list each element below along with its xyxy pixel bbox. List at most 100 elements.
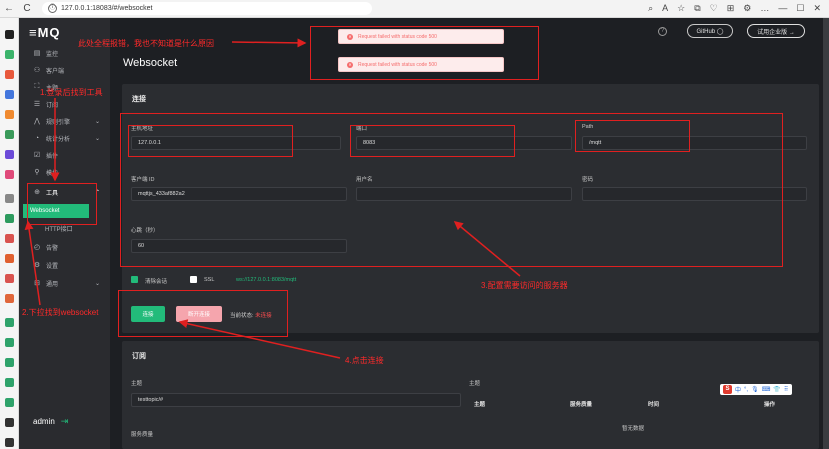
- ws-url: ws://127.0.0.1:8083/mqtt: [236, 277, 297, 283]
- connection-title: 连接: [132, 96, 146, 103]
- annotation-box-connect: [118, 290, 288, 337]
- sidebar-item-alarms[interactable]: ◴ 告警: [19, 240, 110, 254]
- tab-icon[interactable]: [5, 194, 14, 203]
- sidebar-item-rule-engine[interactable]: ⋀ 规则引擎 ⌄: [19, 114, 110, 128]
- annotation-box-port: [350, 125, 515, 157]
- sidebar-item-modules[interactable]: ⚲ 模块: [19, 165, 110, 179]
- read-aloud-icon[interactable]: A: [662, 3, 668, 14]
- ssl-checkbox[interactable]: [190, 276, 197, 283]
- sidebar-item-analytics[interactable]: ◔ 统计分析 ⌄: [19, 131, 110, 145]
- annotation-error-note: 此处全程报错，我也不知道是什么原因: [78, 39, 214, 48]
- qos-label: 服务质量: [131, 432, 154, 438]
- tab-icon[interactable]: [5, 438, 14, 447]
- clients-icon: ⚇: [33, 67, 41, 74]
- col-time: 时间: [648, 402, 660, 408]
- tab-icon[interactable]: [5, 110, 14, 119]
- tab-icon[interactable]: [5, 318, 14, 327]
- ssl-label: SSL: [204, 277, 215, 283]
- annotation-box-path: [575, 120, 690, 152]
- sidebar-item-general[interactable]: ⊞ 通用 ⌄: [19, 276, 110, 290]
- split-screen-icon[interactable]: ⧉: [694, 3, 700, 14]
- tab-icon[interactable]: [5, 418, 14, 427]
- tab-icon[interactable]: [5, 234, 14, 243]
- tab-icon[interactable]: [5, 274, 14, 283]
- tab-icon[interactable]: [5, 150, 14, 159]
- tab-icon[interactable]: [5, 214, 14, 223]
- site-info-icon[interactable]: ⓘ: [48, 4, 57, 13]
- general-icon: ⊞: [34, 280, 40, 287]
- help-icon[interactable]: ?: [658, 27, 667, 36]
- rule-engine-icon: ⋀: [34, 118, 40, 125]
- tab-icon[interactable]: [5, 254, 14, 263]
- address-bar[interactable]: ⓘ 127.0.0.1:18083/#/websocket: [42, 2, 372, 15]
- browser-toolbar: ← C ⓘ 127.0.0.1:18083/#/websocket ⌕ A ☆ …: [0, 0, 829, 18]
- gear-icon: ⚙: [33, 262, 41, 269]
- tab-icon[interactable]: [5, 170, 14, 179]
- reload-icon[interactable]: C: [18, 3, 36, 14]
- maximize-icon[interactable]: ☐: [796, 3, 804, 14]
- extensions-icon[interactable]: ⚙: [743, 3, 751, 14]
- subscriptions-topic-label: 主题: [469, 381, 481, 387]
- enterprise-trial-button[interactable]: 试用企业版 →: [747, 24, 805, 38]
- tab-icon[interactable]: [5, 30, 14, 39]
- favorites-icon[interactable]: ♡: [710, 3, 718, 14]
- favorite-icon[interactable]: ☆: [677, 3, 685, 14]
- sidebar-item-label: 插件: [46, 153, 59, 160]
- annotation-step1: 1.登录后找到工具: [40, 88, 103, 97]
- tab-icon[interactable]: [5, 50, 14, 59]
- ime-punct-icon[interactable]: °,: [744, 387, 748, 393]
- sidebar-item-settings[interactable]: ⚙ 设置: [19, 258, 110, 272]
- tab-icon[interactable]: [5, 338, 14, 347]
- analytics-icon: ◔: [34, 134, 40, 142]
- search-icon[interactable]: ⌕: [648, 3, 653, 14]
- sidebar-item-label: 客户端: [46, 68, 65, 75]
- sidebar-item-subscriptions[interactable]: ☰ 订阅: [19, 97, 110, 111]
- tab-icon[interactable]: [5, 130, 14, 139]
- topic-label: 主题: [131, 381, 143, 387]
- col-actions: 操作: [764, 402, 776, 408]
- annotation-step3: 3.配置需要访问的服务器: [481, 281, 568, 290]
- annotation-step4: 4.点击连接: [345, 356, 384, 365]
- more-icon[interactable]: …: [760, 3, 769, 14]
- clean-session-checkbox[interactable]: [131, 276, 138, 283]
- ime-toolbar: S 中 °, 🎙 ⌨ 👕 ⠿: [720, 384, 792, 395]
- grid-icon[interactable]: ⠿: [784, 386, 788, 393]
- keyboard-icon[interactable]: ⌨: [762, 386, 771, 393]
- skin-icon[interactable]: 👕: [773, 386, 780, 393]
- sidebar-item-label: 统计分析: [46, 136, 71, 143]
- sidebar-item-plugins[interactable]: ☑ 插件: [19, 148, 110, 162]
- tab-icon[interactable]: [5, 294, 14, 303]
- sidebar-item-label: 设置: [46, 263, 59, 270]
- subscribe-title: 订阅: [132, 353, 146, 360]
- browser-toolbar-icons: ⌕ A ☆ ⧉ ♡ ⊞ ⚙ … — ☐ ✕: [648, 3, 829, 14]
- tab-icon[interactable]: [5, 90, 14, 99]
- microphone-icon[interactable]: 🎙: [751, 386, 759, 393]
- plugins-icon: ☑: [33, 152, 41, 159]
- scrollbar[interactable]: [823, 18, 829, 449]
- annotation-step2: 2.下拉找到websocket: [22, 308, 99, 317]
- subscriptions-icon: ☰: [33, 101, 41, 108]
- annotation-box-tools: [27, 183, 97, 225]
- monitor-icon: ▤: [33, 50, 41, 57]
- minimize-icon[interactable]: —: [778, 3, 787, 14]
- chevron-down-icon: ⌄: [94, 280, 100, 287]
- col-qos: 服务质量: [570, 402, 593, 408]
- close-icon[interactable]: ✕: [813, 3, 821, 14]
- sidebar-item-label: 监控: [46, 51, 59, 58]
- tab-icon[interactable]: [5, 70, 14, 79]
- sidebar-item-clients[interactable]: ⚇ 客户端: [19, 63, 110, 77]
- collections-icon[interactable]: ⊞: [727, 3, 735, 14]
- clean-session-label: 清除会话: [145, 279, 168, 285]
- ime-lang-icon[interactable]: 中: [735, 385, 741, 394]
- logout-icon[interactable]: ⇥: [61, 416, 69, 427]
- tab-icon[interactable]: [5, 358, 14, 367]
- back-icon[interactable]: ←: [0, 3, 18, 14]
- github-button[interactable]: GitHub ◯: [687, 24, 733, 38]
- emq-logo: ≡MQ: [29, 25, 61, 40]
- url-text: 127.0.0.1:18083/#/websocket: [61, 5, 153, 12]
- topic-field[interactable]: testtopic/#: [131, 393, 461, 407]
- tab-icon[interactable]: [5, 378, 14, 387]
- sidebar-item-label: 告警: [46, 245, 59, 252]
- admin-user: admin ⇥: [33, 416, 68, 427]
- tab-icon[interactable]: [5, 398, 14, 407]
